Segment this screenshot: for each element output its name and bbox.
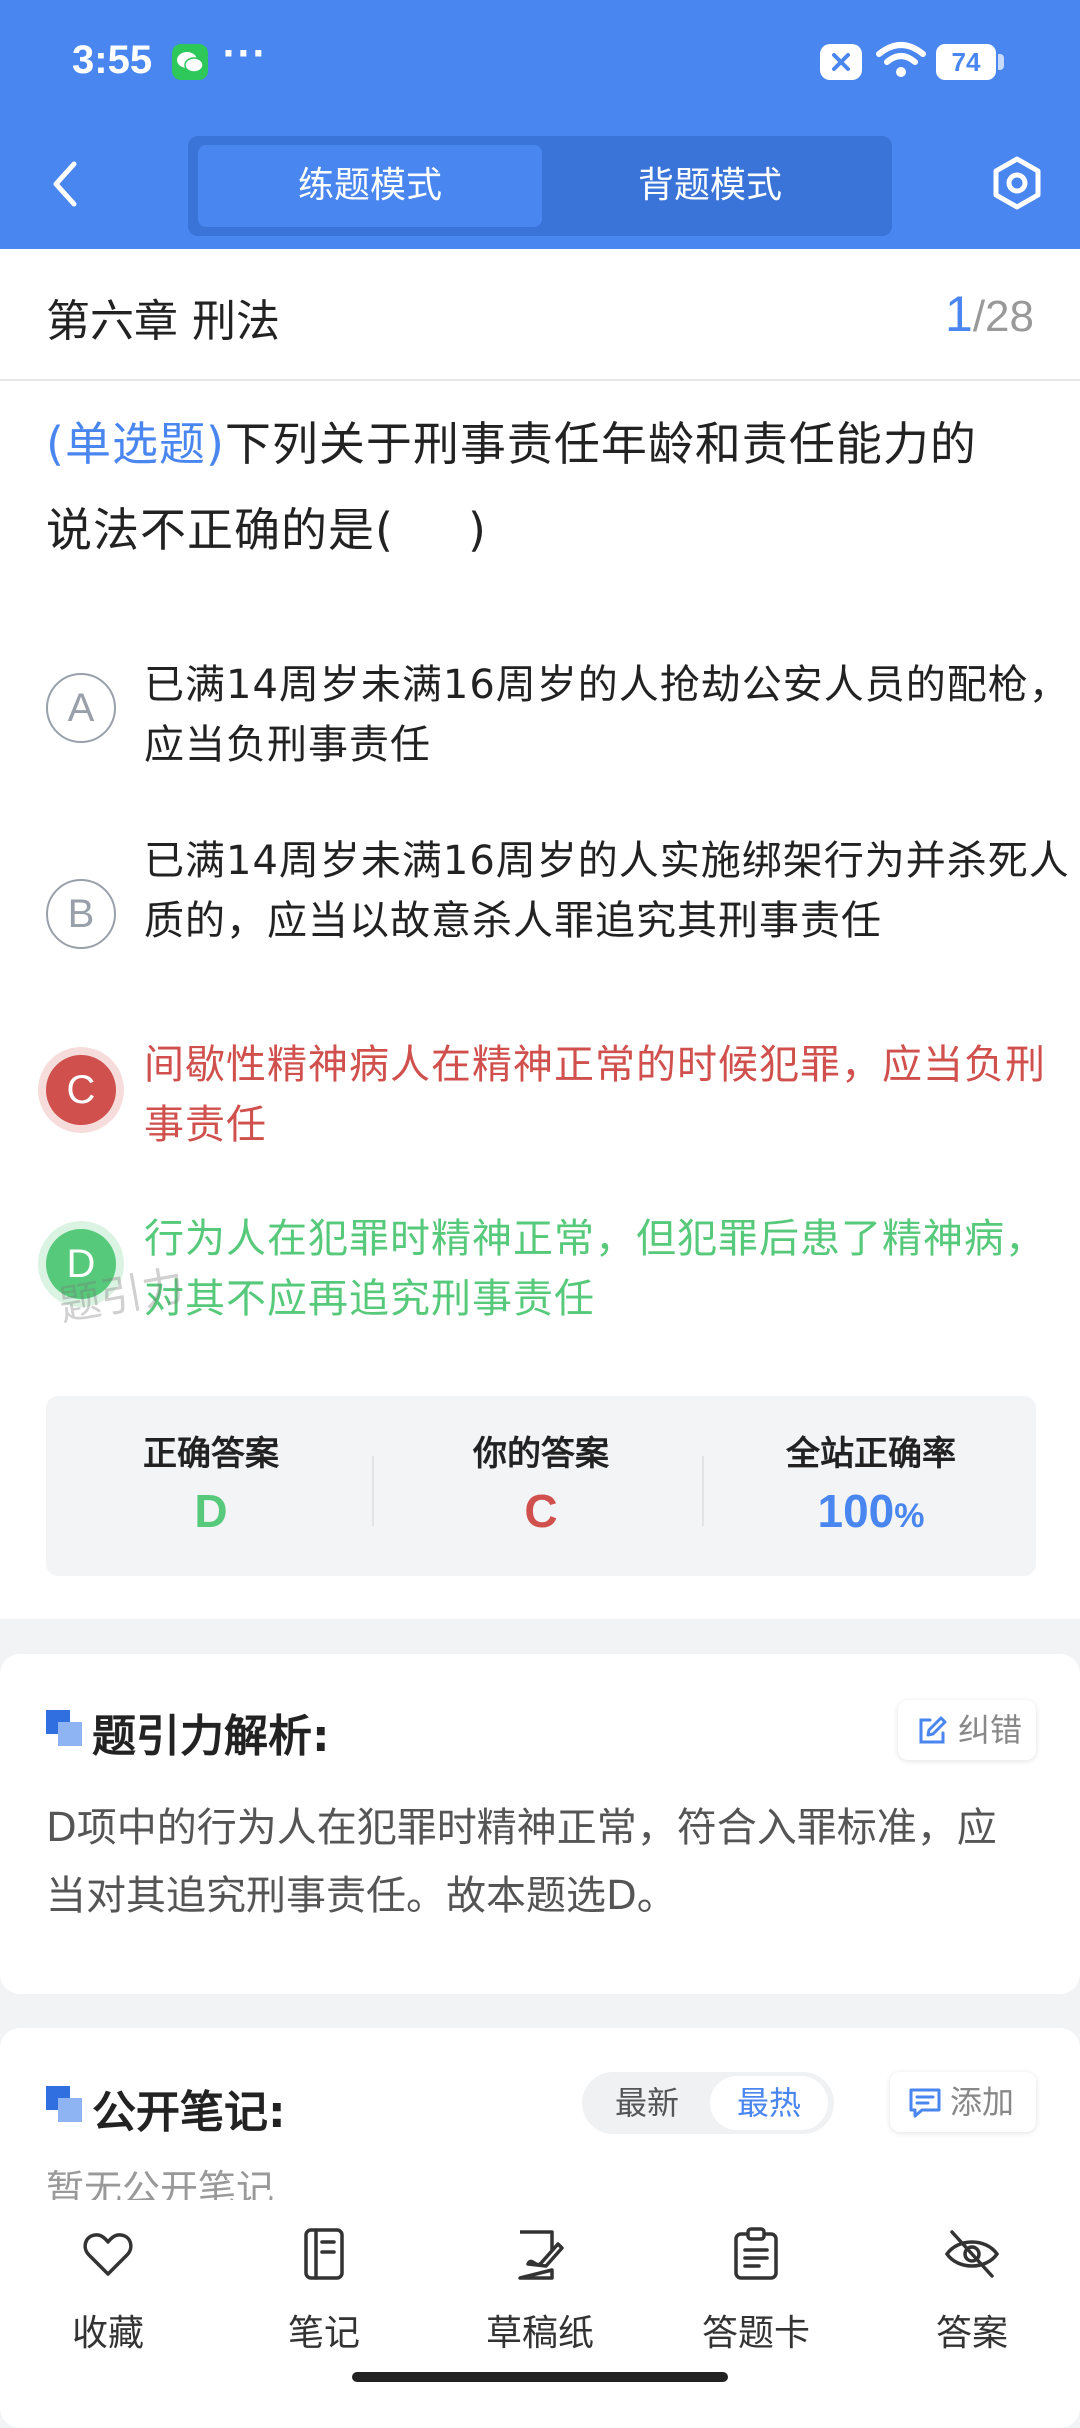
question-line-2: 说法不正确的是( (46, 503, 394, 557)
status-close-icon (820, 44, 862, 80)
sort-latest[interactable]: 最新 (588, 2076, 706, 2130)
back-button[interactable] (40, 154, 90, 214)
draft-button[interactable]: 草稿纸 (460, 2226, 620, 2356)
favorite-label: 收藏 (71, 2313, 144, 2354)
draft-icon (518, 2230, 564, 2280)
your-answer-col: 你的答案 C (376, 1396, 706, 1576)
accuracy-col: 全站正确率 100% (706, 1396, 1036, 1576)
show-answer-label: 答案 (935, 2313, 1008, 2354)
answer-divider (372, 1456, 374, 1526)
option-text-d: 行为人在犯罪时精神正常，但犯罪后患了精神病，对其不应再追究刑事责任 (144, 1216, 1046, 1322)
question-progress: 1/28 (945, 285, 1034, 343)
notes-title: 公开笔记: (92, 2087, 286, 2138)
option-letter-b: B (46, 879, 116, 949)
option-letter-a: A (46, 673, 116, 743)
tab-review-mode[interactable]: 背题模式 (538, 145, 882, 227)
bottom-toolbar: 收藏 笔记 草稿纸 答题卡 答案 (0, 2200, 1080, 2400)
accuracy-label: 全站正确率 (786, 1434, 956, 1474)
status-time: 3:55 (72, 38, 153, 82)
answer-divider (702, 1456, 704, 1526)
battery-tip (998, 54, 1004, 70)
status-more-dots: ··· (222, 34, 267, 74)
tab-practice-mode[interactable]: 练题模式 (198, 145, 542, 227)
sort-hottest[interactable]: 最热 (710, 2076, 828, 2130)
notes-label: 笔记 (287, 2313, 360, 2354)
answer-summary-box: 正确答案 D 你的答案 C 全站正确率 100% (46, 1396, 1036, 1576)
question-text: (单选题)下列关于刑事责任年龄和责任能力的 说法不正确的是() (46, 401, 1036, 573)
add-note-button[interactable]: 添加 (890, 2072, 1036, 2132)
draft-label: 草稿纸 (485, 2313, 594, 2354)
answer-card-icon (734, 2227, 778, 2280)
eye-off-icon (944, 2230, 1000, 2278)
settings-icon[interactable] (988, 154, 1046, 212)
analysis-section-icon (46, 1710, 82, 1746)
notes-button[interactable]: 笔记 (244, 2226, 404, 2356)
show-answer-button[interactable]: 答案 (892, 2226, 1052, 2356)
question-type: (单选题) (46, 417, 225, 471)
chapter-bar: 第六章 刑法 1/28 (0, 249, 1080, 381)
correct-answer-col: 正确答案 D (46, 1396, 376, 1576)
option-text-a: 已满14周岁未满16周岁的人抢劫公安人员的配枪，应当负刑事责任 (144, 662, 1070, 768)
wifi-icon (876, 42, 926, 77)
edit-icon (919, 1716, 947, 1744)
favorite-button[interactable]: 收藏 (28, 2226, 188, 2356)
comment-icon (909, 2088, 941, 2118)
analysis-text: D项中的行为人在犯罪时精神正常，符合入罪标准，应当对其追究刑事责任。故本题选D。 (46, 1805, 997, 1919)
your-answer-label: 你的答案 (473, 1434, 609, 1474)
wechat-icon (172, 44, 208, 80)
report-error-button[interactable]: 纠错 (898, 1700, 1036, 1760)
notebook-icon (304, 2228, 344, 2280)
home-indicator[interactable] (352, 2372, 728, 2382)
heart-icon (83, 2233, 133, 2276)
header: 3:55 ··· 74 练题模式 背题模式 (0, 0, 1080, 249)
mode-switch: 练题模式 背题模式 (188, 136, 892, 236)
progress-current: 1 (945, 286, 973, 342)
option-text-b: 已满14周岁未满16周岁的人实施绑架行为并杀死人质的，应当以故意杀人罪追究其刑事… (144, 838, 1070, 944)
question-close-paren: ) (467, 503, 487, 557)
add-note-label: 添加 (950, 2083, 1015, 2121)
question-line-1: 下列关于刑事责任年龄和责任能力的 (224, 417, 977, 471)
accuracy-value: 100% (706, 1484, 1036, 1538)
notes-section-icon (46, 2086, 82, 2122)
report-error-label: 纠错 (958, 1711, 1023, 1749)
correct-answer-value: D (194, 1485, 228, 1537)
correct-answer-label: 正确答案 (143, 1434, 279, 1474)
accuracy-number: 100 (817, 1485, 895, 1537)
your-answer-value: C (524, 1485, 558, 1537)
option-text-c: 间歇性精神病人在精神正常的时候犯罪，应当负刑事责任 (144, 1042, 1046, 1148)
option-letter-c: C (46, 1055, 116, 1125)
progress-total: /28 (972, 292, 1034, 341)
answer-card-button[interactable]: 答题卡 (676, 2226, 836, 2356)
battery-indicator: 74 (936, 44, 996, 80)
chapter-title: 第六章 刑法 (46, 296, 280, 347)
notes-sort-toggle: 最新 最热 (582, 2072, 834, 2134)
answer-card-label: 答题卡 (701, 2313, 810, 2354)
accuracy-unit: % (894, 1497, 925, 1535)
analysis-title: 题引力解析: (92, 1711, 330, 1762)
analysis-card: 题引力解析: 纠错 D项中的行为人在犯罪时精神正常，符合入罪标准，应当对其追究刑… (0, 1654, 1080, 1994)
